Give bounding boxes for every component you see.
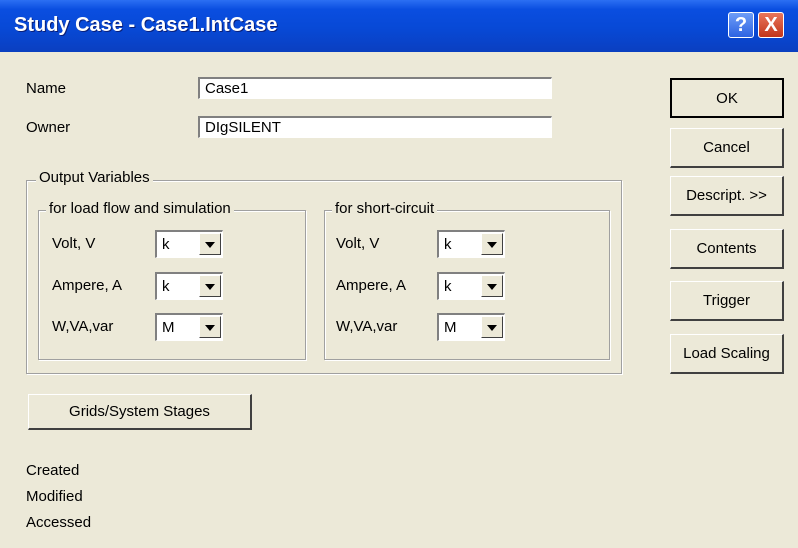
lf-volt-value: k [162, 236, 170, 253]
lf-ampere-value: k [162, 278, 170, 295]
sc-ampere-label: Ampere, A [336, 277, 407, 294]
lf-power-value: M [162, 319, 175, 336]
name-label: Name [26, 80, 67, 97]
sc-ampere-select[interactable]: k [437, 272, 505, 300]
lf-power-select[interactable]: M [155, 313, 223, 341]
cancel-button[interactable]: Cancel [670, 128, 784, 168]
descript-button[interactable]: Descript. >> [670, 176, 784, 216]
lf-power-label: W,VA,var [52, 318, 114, 335]
owner-label: Owner [26, 119, 71, 136]
chevron-down-icon[interactable] [481, 316, 503, 338]
close-button[interactable]: X [758, 12, 784, 38]
output-variables-title: Output Variables [36, 169, 153, 186]
title-bar: Study Case - Case1.IntCase ? X [0, 0, 798, 52]
lf-volt-label: Volt, V [52, 235, 96, 252]
lf-ampere-label: Ampere, A [52, 277, 123, 294]
sc-power-select[interactable]: M [437, 313, 505, 341]
sc-volt-label: Volt, V [336, 235, 380, 252]
owner-field[interactable]: DIgSILENT [198, 116, 552, 138]
contents-button[interactable]: Contents [670, 229, 784, 269]
sc-volt-select[interactable]: k [437, 230, 505, 258]
sc-power-label: W,VA,var [336, 318, 398, 335]
sc-ampere-value: k [444, 278, 452, 295]
accessed-label: Accessed [26, 514, 92, 531]
ok-button[interactable]: OK [670, 78, 784, 118]
lf-volt-select[interactable]: k [155, 230, 223, 258]
grids-system-stages-button[interactable]: Grids/System Stages [28, 394, 252, 430]
chevron-down-icon[interactable] [199, 275, 221, 297]
chevron-down-icon[interactable] [481, 275, 503, 297]
load-scaling-button[interactable]: Load Scaling [670, 334, 784, 374]
chevron-down-icon[interactable] [481, 233, 503, 255]
modified-label: Modified [26, 488, 83, 505]
help-button[interactable]: ? [728, 12, 754, 38]
sc-volt-value: k [444, 236, 452, 253]
sc-power-value: M [444, 319, 457, 336]
chevron-down-icon[interactable] [199, 316, 221, 338]
trigger-button[interactable]: Trigger [670, 281, 784, 321]
name-field[interactable]: Case1 [198, 77, 552, 99]
chevron-down-icon[interactable] [199, 233, 221, 255]
created-label: Created [26, 462, 80, 479]
short-circuit-title: for short-circuit [332, 200, 438, 217]
window-title: Study Case - Case1.IntCase [14, 14, 278, 36]
load-flow-title: for load flow and simulation [46, 200, 234, 217]
lf-ampere-select[interactable]: k [155, 272, 223, 300]
